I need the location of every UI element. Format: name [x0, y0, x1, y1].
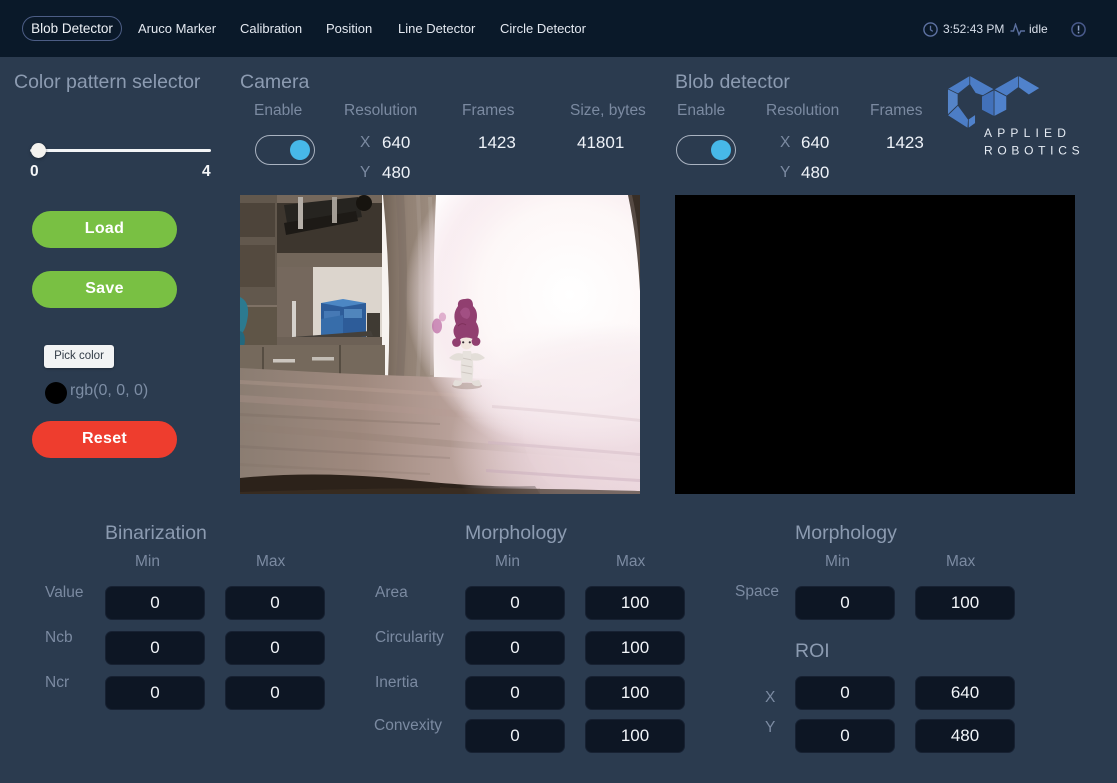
- svg-text:APPLIED: APPLIED: [984, 126, 1071, 140]
- svg-text:ROBOTICS: ROBOTICS: [984, 144, 1084, 158]
